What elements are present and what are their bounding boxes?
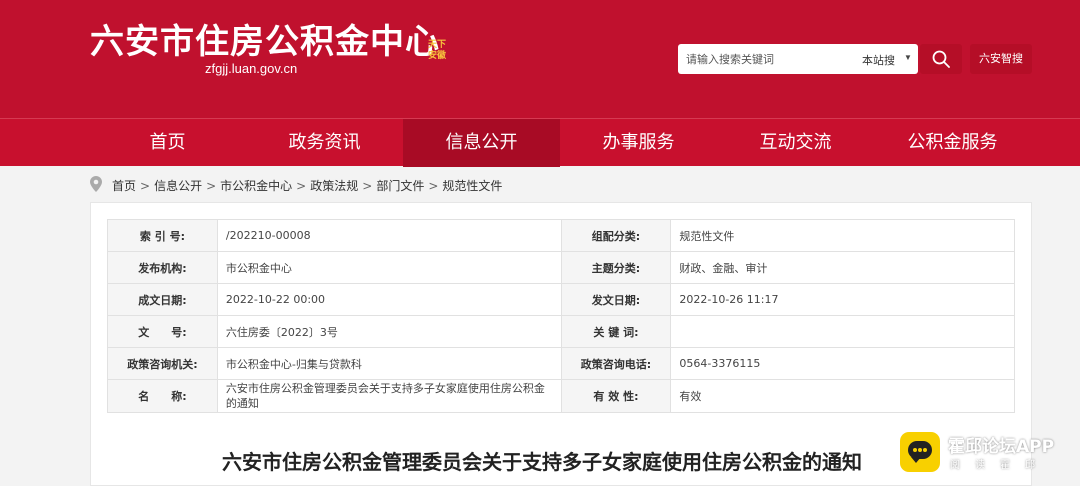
nav-item-home[interactable]: 首页: [89, 119, 246, 167]
breadcrumb-home[interactable]: 首页: [112, 179, 136, 193]
chat-bubble-icon: [900, 432, 940, 472]
meta-label: 政策咨询机关:: [107, 347, 218, 380]
watermark-subtitle: 阅读霍邱: [950, 460, 1050, 471]
table-row: 政策咨询机关: 市公积金中心-归集与贷款科 政策咨询电话: 0564-33761…: [107, 347, 1015, 380]
search-scope-select[interactable]: 本站搜: [862, 52, 895, 68]
content-panel: 索 引 号: /202210-00008 组配分类: 规范性文件 发布机构: 市…: [90, 202, 1032, 486]
nav-item-services[interactable]: 办事服务: [560, 119, 717, 167]
main-nav: 首页 政务资讯 信息公开 办事服务 互动交流 公积金服务: [0, 118, 1080, 167]
meta-value: 有效: [670, 379, 1015, 413]
table-row: 文 号: 六住房委〔2022〕3号 关 键 词:: [107, 315, 1015, 348]
meta-label: 发布机构:: [107, 251, 218, 284]
meta-value: 六住房委〔2022〕3号: [216, 315, 562, 348]
meta-value: 六安市住房公积金管理委员会关于支持多子女家庭使用住房公积金的通知: [216, 379, 562, 413]
meta-value: 市公积金中心-归集与贷款科: [216, 347, 562, 380]
document-meta-table: 索 引 号: /202210-00008 组配分类: 规范性文件 发布机构: 市…: [107, 219, 1015, 413]
meta-label: 关 键 词:: [560, 315, 672, 348]
search-input[interactable]: [686, 50, 846, 68]
search-icon: [932, 50, 950, 68]
meta-label: 主题分类:: [560, 251, 672, 284]
meta-label: 组配分类:: [560, 219, 672, 252]
breadcrumb-separator: >: [362, 179, 373, 193]
meta-value: 市公积金中心: [216, 251, 562, 284]
meta-label: 文 号:: [107, 315, 218, 348]
breadcrumb-separator: >: [140, 179, 151, 193]
meta-value: 规范性文件: [670, 219, 1015, 252]
nav-item-fund-services[interactable]: 公积金服务: [874, 119, 1031, 167]
meta-label: 索 引 号:: [107, 219, 218, 252]
seal-logo: 天下 安徽: [428, 40, 450, 66]
breadcrumb-separator: >: [428, 179, 439, 193]
breadcrumb-info-disclosure[interactable]: 信息公开: [154, 179, 202, 193]
meta-value: 2022-10-22 00:00: [216, 283, 562, 316]
meta-value: [670, 315, 1015, 348]
breadcrumb-normative-docs[interactable]: 规范性文件: [442, 179, 502, 193]
nav-item-interaction[interactable]: 互动交流: [717, 119, 874, 167]
meta-label: 名 称:: [107, 379, 218, 413]
caret-down-icon[interactable]: ▼: [904, 53, 912, 62]
meta-label: 发文日期:: [560, 283, 672, 316]
meta-value: 2022-10-26 11:17: [670, 283, 1015, 316]
smart-search-button[interactable]: 六安智搜: [970, 44, 1032, 74]
meta-label: 政策咨询电话:: [560, 347, 672, 380]
meta-value: 0564-3376115: [670, 347, 1015, 380]
seal-line-1: 天下: [428, 40, 447, 50]
breadcrumb-separator: >: [296, 179, 307, 193]
site-title[interactable]: 六安市住房公积金中心: [90, 14, 440, 63]
breadcrumb-center[interactable]: 市公积金中心: [220, 179, 292, 193]
site-url[interactable]: zfgjj.luan.gov.cn: [205, 61, 297, 76]
meta-label: 成文日期:: [107, 283, 218, 316]
table-row: 成文日期: 2022-10-22 00:00 发文日期: 2022-10-26 …: [107, 283, 1015, 316]
meta-value: /202210-00008: [216, 219, 562, 252]
table-row: 索 引 号: /202210-00008 组配分类: 规范性文件: [107, 219, 1015, 252]
search-box: 本站搜 ▼: [678, 44, 918, 74]
meta-value: 财政、金融、审计: [670, 251, 1015, 284]
meta-label: 有 效 性:: [560, 379, 672, 413]
seal-line-2: 安徽: [428, 51, 447, 61]
nav-item-news[interactable]: 政务资讯: [246, 119, 403, 167]
search-button[interactable]: [920, 44, 962, 74]
breadcrumb-policy[interactable]: 政策法规: [310, 179, 358, 193]
table-row: 名 称: 六安市住房公积金管理委员会关于支持多子女家庭使用住房公积金的通知 有 …: [107, 379, 1015, 413]
table-row: 发布机构: 市公积金中心 主题分类: 财政、金融、审计: [107, 251, 1015, 284]
watermark-name: 霍邱论坛APP: [948, 437, 1055, 457]
document-title: 六安市住房公积金管理委员会关于支持多子女家庭使用住房公积金的通知: [222, 450, 862, 474]
site-header: 六安市住房公积金中心 zfgjj.luan.gov.cn 天下 安徽 本站搜 ▼…: [0, 0, 1080, 118]
nav-item-info-disclosure[interactable]: 信息公开: [403, 119, 560, 167]
location-pin-icon: [90, 176, 102, 192]
app-watermark: 霍邱论坛APP 阅读霍邱: [900, 430, 1080, 486]
breadcrumb-dept-docs[interactable]: 部门文件: [376, 179, 424, 193]
breadcrumb-separator: >: [206, 179, 217, 193]
